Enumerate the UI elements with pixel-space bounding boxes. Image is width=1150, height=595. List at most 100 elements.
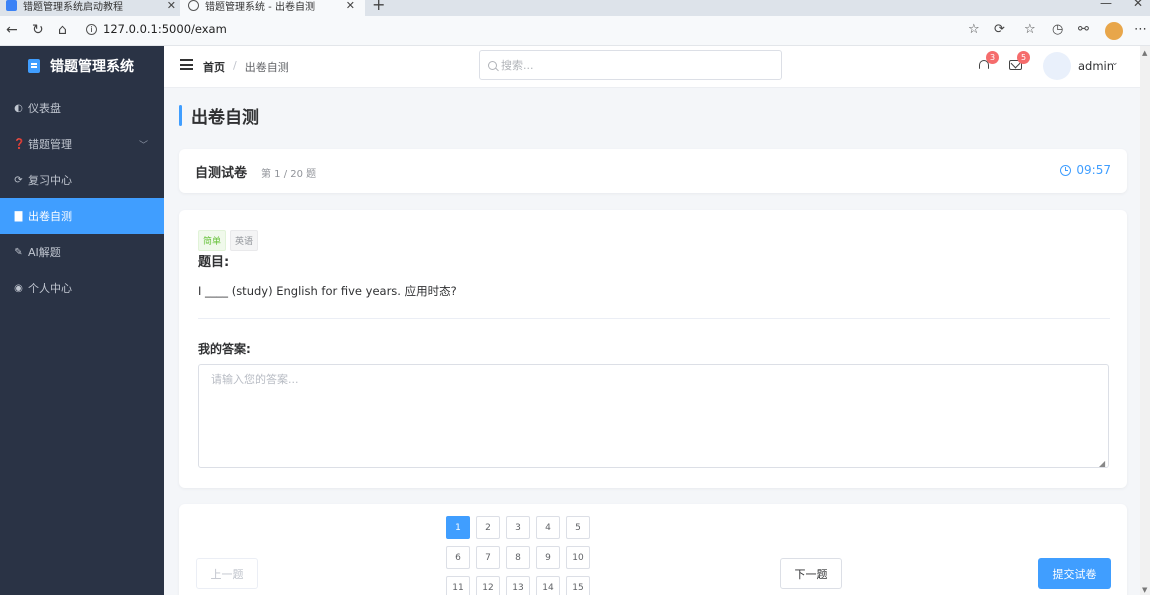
question-number-button[interactable]: 2 [476,516,500,539]
question-number-button[interactable]: 7 [476,546,500,569]
question-number-button[interactable]: 13 [506,576,530,595]
sidebar-item-label: 个人中心 [28,282,72,295]
question-navigation-card: 上一题 1 2 3 4 5 6 7 8 9 10 11 12 13 14 15 下一题 提交试卷 [179,504,1127,595]
question-number-button[interactable]: 12 [476,576,500,595]
share-icon[interactable]: ⚯ [1078,22,1089,37]
sidebar-item-review[interactable]: ⟳ 复习中心 [0,162,164,198]
sidebar-item-exam[interactable]: ▇ 出卷自测 [0,198,164,234]
paper-name: 自测试卷 [195,166,248,181]
message-badge: 5 [1017,51,1030,64]
browser-tab-label: 错题管理系统启动教程 [23,1,123,13]
book-icon [28,59,40,73]
breadcrumb-home[interactable]: 首页 [203,59,225,75]
close-icon[interactable]: ✕ [167,0,176,12]
chevron-down-icon: ﹀ [138,140,148,151]
minimize-icon[interactable]: — [1100,0,1112,10]
question-label: 题目: [198,255,230,270]
reload-icon[interactable]: ↻ [32,22,44,38]
doc-icon [6,0,17,11]
question-number-button[interactable]: 14 [536,576,560,595]
sidebar: 错题管理系统 ◐ 仪表盘 ❓ 错题管理 ﹀ ⟳ 复习中心 ▇ 出卷自测 ✎ AI… [0,46,164,595]
page-scrollbar[interactable] [1140,46,1150,595]
question-number-button[interactable]: 9 [536,546,560,569]
scroll-down-icon[interactable]: ▼ [1142,586,1147,594]
refresh-icon: ⟳ [14,174,23,186]
favorites-icon[interactable]: ☆ [1024,22,1036,37]
brand: 错题管理系统 [0,46,164,86]
question-number-button[interactable]: 8 [506,546,530,569]
page-title-block: 出卷自测 [179,104,259,128]
notification-badge: 3 [986,51,999,64]
timer-value: 09:57 [1076,163,1111,177]
history-icon[interactable]: ◷ [1052,22,1063,37]
url-text: 127.0.0.1:5000/exam [103,22,227,36]
extensions-icon[interactable]: ⟳ [994,22,1005,37]
answer-label: 我的答案: [198,342,251,356]
question-number-button[interactable]: 1 [446,516,470,539]
chevron-down-icon[interactable]: ⌄ [1111,58,1119,68]
search-input[interactable]: 搜索... [479,50,782,80]
sidebar-item-mistakes[interactable]: ❓ 错题管理 ﹀ [0,126,164,162]
question-text: I ____ (study) English for five years. 应… [198,284,457,298]
difficulty-tag: 简单 [198,230,227,251]
browser-address-bar: ← ↻ ⌂ i 127.0.0.1:5000/exam ☆ ⟳ ☆ ◷ ⚯ ⋯ [0,16,1150,46]
sidebar-item-label: 错题管理 [28,138,72,151]
countdown-timer: 09:57 [1060,163,1111,177]
sidebar-item-profile[interactable]: ◉ 个人中心 [0,270,164,306]
prev-question-button[interactable]: 上一题 [196,558,258,589]
profile-avatar[interactable] [1105,22,1123,40]
sidebar-item-ai[interactable]: ✎ AI解题 [0,234,164,270]
back-icon[interactable]: ← [6,22,18,38]
search-icon [488,60,497,70]
search-placeholder: 搜索... [501,59,534,72]
browser-tab-active[interactable]: 错题管理系统 - 出卷自测 ✕ [180,0,365,16]
breadcrumb-current: 出卷自测 [244,61,289,74]
browser-tab[interactable]: 错题管理系统启动教程 ✕ [6,0,186,16]
clock-icon [1060,164,1072,176]
dashboard-icon: ◐ [14,102,23,114]
question-number-button[interactable]: 15 [566,576,590,595]
question-number-button[interactable]: 3 [506,516,530,539]
question-number-button[interactable]: 6 [446,546,470,569]
sidebar-item-dashboard[interactable]: ◐ 仪表盘 [0,90,164,126]
menu-toggle-icon[interactable] [180,59,193,70]
sidebar-item-label: AI解题 [28,246,61,259]
sidebar-item-label: 复习中心 [28,174,72,187]
title-accent-bar [179,104,182,126]
globe-icon [188,0,199,11]
divider [198,318,1110,319]
question-number-button[interactable]: 4 [536,516,560,539]
breadcrumb-separator: / [233,59,237,72]
submit-paper-button[interactable]: 提交试卷 [1038,558,1111,589]
question-card: 简单 英语 题目: I ____ (study) English for fiv… [179,210,1127,488]
window-close-icon[interactable]: ✕ [1133,0,1143,10]
question-number-button[interactable]: 5 [566,516,590,539]
scroll-up-icon[interactable]: ▲ [1142,49,1147,57]
sidebar-item-label: 仪表盘 [28,102,61,115]
question-number-button[interactable]: 11 [446,576,470,595]
sidebar-item-label: 出卷自测 [28,210,72,223]
file-icon: ▇ [14,210,23,222]
question-number-button[interactable]: 10 [566,546,590,569]
next-question-button[interactable]: 下一题 [780,558,842,589]
answer-textarea[interactable] [198,364,1109,468]
new-tab-icon[interactable]: + [372,0,385,14]
breadcrumb: 首页 / 出卷自测 [203,59,289,75]
question-number-grid: 1 2 3 4 5 6 7 8 9 10 11 12 13 14 15 [446,516,596,595]
question-tags: 简单 英语 [198,230,259,251]
more-icon[interactable]: ⋯ [1134,22,1147,37]
browser-tab-bar: 错题管理系统启动教程 ✕ 错题管理系统 - 出卷自测 ✕ + — ✕ [0,0,1150,16]
close-icon[interactable]: ✕ [346,0,355,12]
sidebar-menu: ◐ 仪表盘 ❓ 错题管理 ﹀ ⟳ 复习中心 ▇ 出卷自测 ✎ AI解题 ◉ 个人… [0,90,164,306]
question-progress: 第 1 / 20 题 [261,169,317,180]
paper-header-card: 自测试卷 第 1 / 20 题 09:57 [179,149,1127,193]
favorite-star-icon[interactable]: ☆ [968,22,980,37]
url-field[interactable]: i 127.0.0.1:5000/exam [86,22,227,36]
home-icon[interactable]: ⌂ [58,22,67,38]
brand-title: 错题管理系统 [50,59,134,75]
browser-tab-label: 错题管理系统 - 出卷自测 [205,1,315,13]
username[interactable]: admin [1078,59,1114,73]
info-icon[interactable]: i [86,23,97,35]
resize-handle-icon[interactable]: ◢ [1099,459,1105,468]
avatar[interactable] [1043,52,1071,80]
